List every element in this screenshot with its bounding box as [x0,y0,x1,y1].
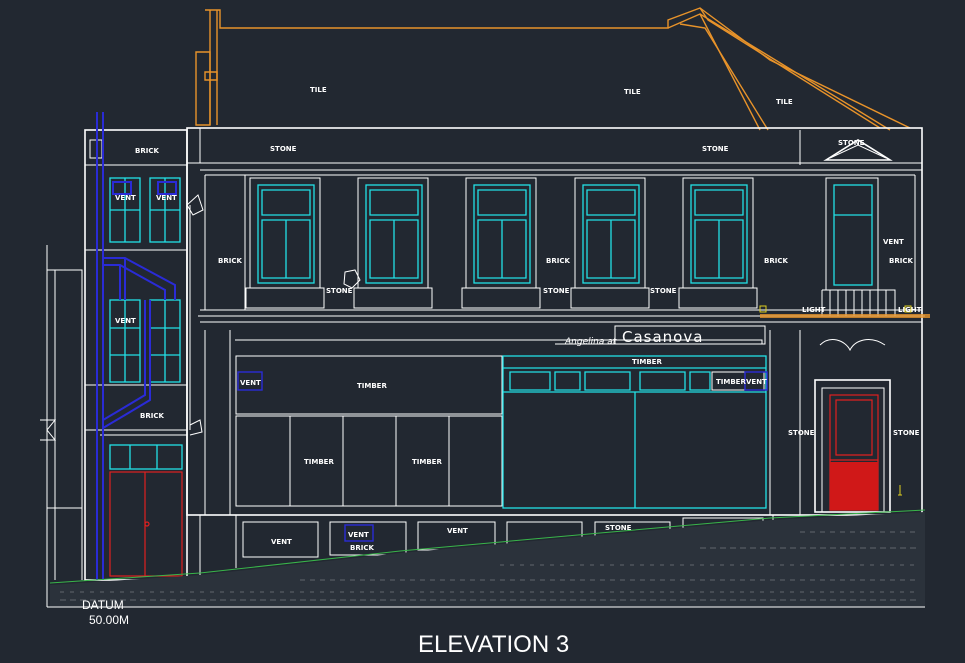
label-stone-1: STONE [270,145,297,153]
light-strip [760,314,930,318]
label-timber-2: TIMBER [357,382,387,390]
label-brick-5: BRICK [889,257,913,265]
label-stone-4: STONE [326,287,353,295]
label-vent-4: VENT [115,317,136,325]
datum-annotation: DATUM 50.00M [82,598,129,627]
label-brick-1: BRICK [135,147,159,155]
label-light-2: LIGHT [898,306,922,314]
label-stone-7: STONE [788,429,815,437]
label-vent-6: VENT [746,378,767,386]
label-vent-9: VENT [447,527,468,535]
label-brick-6: BRICK [140,412,164,420]
drawing-title: ELEVATION 3 [418,631,569,658]
label-stone-8: STONE [893,429,920,437]
sign-large-text: Casanova [622,328,703,346]
datum-value: 50.00M [89,613,129,627]
label-brick-2: BRICK [218,257,242,265]
label-brick-7: BRICK [350,544,374,552]
label-vent-5: VENT [240,379,261,387]
label-brick-3: BRICK [546,257,570,265]
label-vent-7: VENT [271,538,292,546]
label-vent-8: VENT [348,531,369,539]
label-tile-3: TILE [776,98,793,106]
label-vent-2: VENT [156,194,177,202]
label-light-1: LIGHT [802,306,826,314]
label-stone-5: STONE [543,287,570,295]
label-stone-9: STONE [605,524,632,532]
label-tile-1: TILE [310,86,327,94]
label-vent-1: VENT [115,194,136,202]
label-timber-3: TIMBER [716,378,746,386]
label-tile-2: TILE [624,88,641,96]
label-vent-3: VENT [883,238,904,246]
label-stone-3: STONE [838,139,865,147]
label-stone-2: STONE [702,145,729,153]
label-timber-5: TIMBER [412,458,442,466]
door-panel [830,462,878,510]
elevation-drawing: TILE TILE TILE BRICK STONE STONE STONE V… [0,0,965,663]
datum-label: DATUM [82,598,124,612]
label-timber-4: TIMBER [304,458,334,466]
sign-small-text: Angelina at [564,337,617,347]
label-brick-4: BRICK [764,257,788,265]
label-stone-6: STONE [650,287,677,295]
label-timber-1: TIMBER [632,358,662,366]
